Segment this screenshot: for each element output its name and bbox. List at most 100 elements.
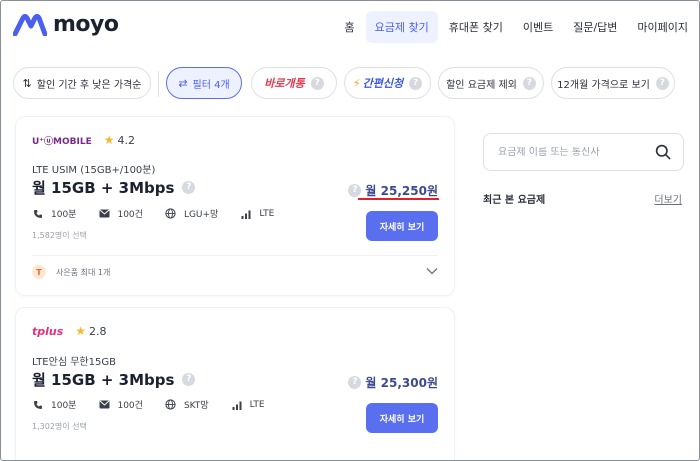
- plan-card[interactable]: tplus ★ 2.8 LTE안심 무한15GB 월 15GB + 3Mbps …: [15, 307, 455, 460]
- phone-icon: [32, 208, 44, 220]
- exclude-discount-label: 할인 요금제 제외: [446, 79, 517, 91]
- signal-icon: [231, 399, 243, 411]
- easy-apply-chip[interactable]: ⚡ 간편신청 ?: [344, 67, 431, 99]
- sort-label: 할인 기간 후 낮은 가격순: [36, 79, 142, 91]
- globe-icon: [165, 399, 177, 411]
- spec-call: 100분: [32, 398, 76, 411]
- main-nav: 홈 요금제 찾기 휴대폰 찾기 이벤트 질문/답변 마이페이지: [333, 11, 697, 43]
- twelve-month-chip[interactable]: 12개월 가격으로 보기 ?: [551, 67, 675, 99]
- selected-count: 1,302명이 선택: [32, 422, 87, 431]
- gift-text: 사은품 최대 1개: [56, 267, 111, 277]
- help-icon[interactable]: ?: [348, 184, 362, 197]
- more-link[interactable]: 더보기: [654, 191, 682, 206]
- selected-count: 1,582명이 선택: [32, 231, 87, 240]
- nav-home[interactable]: 홈: [335, 11, 363, 43]
- easy-apply-label: 간편신청: [362, 77, 404, 90]
- detail-button[interactable]: 자세히 보기: [366, 403, 438, 433]
- spec-sms-text: 100건: [117, 401, 143, 411]
- help-icon[interactable]: ?: [182, 181, 196, 194]
- filter-count-chip[interactable]: ⇄ 필터 4개: [166, 67, 242, 99]
- baro-open-chip[interactable]: 바로개통 ?: [251, 67, 337, 99]
- browser-frame: moyo 홈 요금제 찾기 휴대폰 찾기 이벤트 질문/답변 마이페이지 ⇅ 할…: [0, 0, 700, 461]
- plan-card[interactable]: U⁺ⓤMOBILE ★ 4.2 LTE USIM (15GB+/100분) 월 …: [15, 116, 455, 296]
- spec-sms-text: 100건: [117, 210, 143, 220]
- spec-type: LTE: [240, 208, 274, 220]
- plan-title-text: 월 15GB + 3Mbps: [32, 179, 175, 197]
- spec-sms: 100건: [98, 207, 143, 220]
- phone-icon: [32, 399, 44, 411]
- spec-call-text: 100분: [51, 401, 77, 411]
- help-icon: ?: [310, 76, 324, 90]
- rating-value: 4.2: [117, 133, 136, 147]
- spec-call: 100분: [32, 207, 76, 220]
- plan-name: LTE안심 무한15GB: [32, 357, 116, 368]
- spec-type-text: LTE: [249, 399, 265, 410]
- help-icon: ?: [522, 76, 536, 90]
- twelve-month-label: 12개월 가격으로 보기: [557, 79, 650, 91]
- help-icon[interactable]: ?: [182, 373, 196, 386]
- moyo-logo-icon: [13, 13, 47, 36]
- plan-price: ? 월 25,250원: [348, 182, 438, 199]
- bolt-icon: ⚡: [352, 76, 361, 90]
- spec-sms: 100건: [98, 398, 143, 411]
- spec-type: LTE: [231, 399, 265, 411]
- help-icon: ?: [655, 76, 669, 90]
- filter-divider: [158, 71, 159, 97]
- brand-logo[interactable]: moyo: [13, 12, 119, 37]
- card-divider: [32, 255, 438, 256]
- spec-type-text: LTE: [259, 208, 275, 219]
- globe-icon: [165, 208, 177, 220]
- plan-title: 월 15GB + 3Mbps ?: [32, 369, 196, 390]
- plan-title: 월 15GB + 3Mbps ?: [32, 177, 196, 198]
- chevron-down-icon[interactable]: [426, 267, 438, 277]
- recent-plans-title: 최근 본 요금제: [483, 195, 546, 206]
- price-underline: [358, 198, 439, 200]
- rating: ★ 2.8: [75, 324, 106, 338]
- sort-chip[interactable]: ⇅ 할인 기간 후 낮은 가격순: [13, 67, 151, 99]
- exclude-discount-chip[interactable]: 할인 요금제 제외 ?: [438, 67, 544, 99]
- filter-sliders-icon: ⇄: [178, 76, 188, 90]
- plan-title-text: 월 15GB + 3Mbps: [32, 371, 175, 389]
- search-input[interactable]: [484, 146, 644, 158]
- sort-arrows-icon: ⇅: [22, 76, 32, 90]
- baro-open-label: 바로개통: [264, 77, 305, 90]
- nav-qna[interactable]: 질문/답변: [564, 11, 626, 43]
- carrier-row: tplus ★ 2.8: [32, 324, 107, 338]
- plan-price-text: 월 25,250원: [365, 184, 438, 198]
- plan-name: LTE USIM (15GB+/100분): [32, 165, 156, 176]
- nav-plan-search[interactable]: 요금제 찾기: [365, 11, 438, 43]
- spec-network: SKT망: [165, 398, 209, 411]
- filter-count-label: 필터 4개: [192, 79, 230, 91]
- star-icon: ★: [103, 133, 115, 147]
- mail-icon: [98, 208, 110, 220]
- help-icon[interactable]: ?: [348, 376, 362, 389]
- spec-network-text: SKT망: [183, 401, 209, 411]
- mail-icon: [98, 399, 110, 411]
- rating-value: 2.8: [89, 324, 107, 338]
- gift-icon: T: [32, 265, 46, 279]
- nav-mypage[interactable]: 마이페이지: [628, 11, 697, 43]
- carrier-logo: U⁺ⓤMOBILE: [32, 136, 92, 147]
- rating: ★ 4.2: [104, 133, 135, 147]
- gift-row[interactable]: T 사은품 최대 1개: [32, 265, 438, 279]
- plan-price: ? 월 25,300원: [348, 374, 438, 391]
- signal-icon: [240, 208, 252, 220]
- plan-search-box: [483, 133, 684, 171]
- detail-button[interactable]: 자세히 보기: [366, 211, 438, 241]
- site-header: moyo 홈 요금제 찾기 휴대폰 찾기 이벤트 질문/답변 마이페이지: [1, 1, 699, 53]
- carrier-row: U⁺ⓤMOBILE ★ 4.2: [32, 133, 135, 147]
- plan-specs: 100분 100건 LGU+망 LTE: [32, 207, 296, 220]
- plan-price-text: 월 25,300원: [365, 376, 438, 390]
- spec-call-text: 100분: [51, 210, 77, 220]
- spec-network: LGU+망: [165, 207, 218, 220]
- plan-specs: 100분 100건 SKT망 LTE: [32, 398, 287, 411]
- search-icon[interactable]: [655, 144, 671, 164]
- nav-phone-search[interactable]: 휴대폰 찾기: [440, 11, 512, 43]
- filter-bar: ⇅ 할인 기간 후 낮은 가격순 ⇄ 필터 4개 바로개통 ? ⚡ 간편신청 ?…: [1, 63, 699, 103]
- star-icon: ★: [75, 324, 87, 338]
- help-icon: ?: [409, 76, 423, 90]
- brand-name: moyo: [53, 12, 119, 37]
- nav-events[interactable]: 이벤트: [514, 11, 562, 43]
- spec-network-text: LGU+망: [183, 210, 219, 220]
- carrier-logo: tplus: [32, 324, 64, 338]
